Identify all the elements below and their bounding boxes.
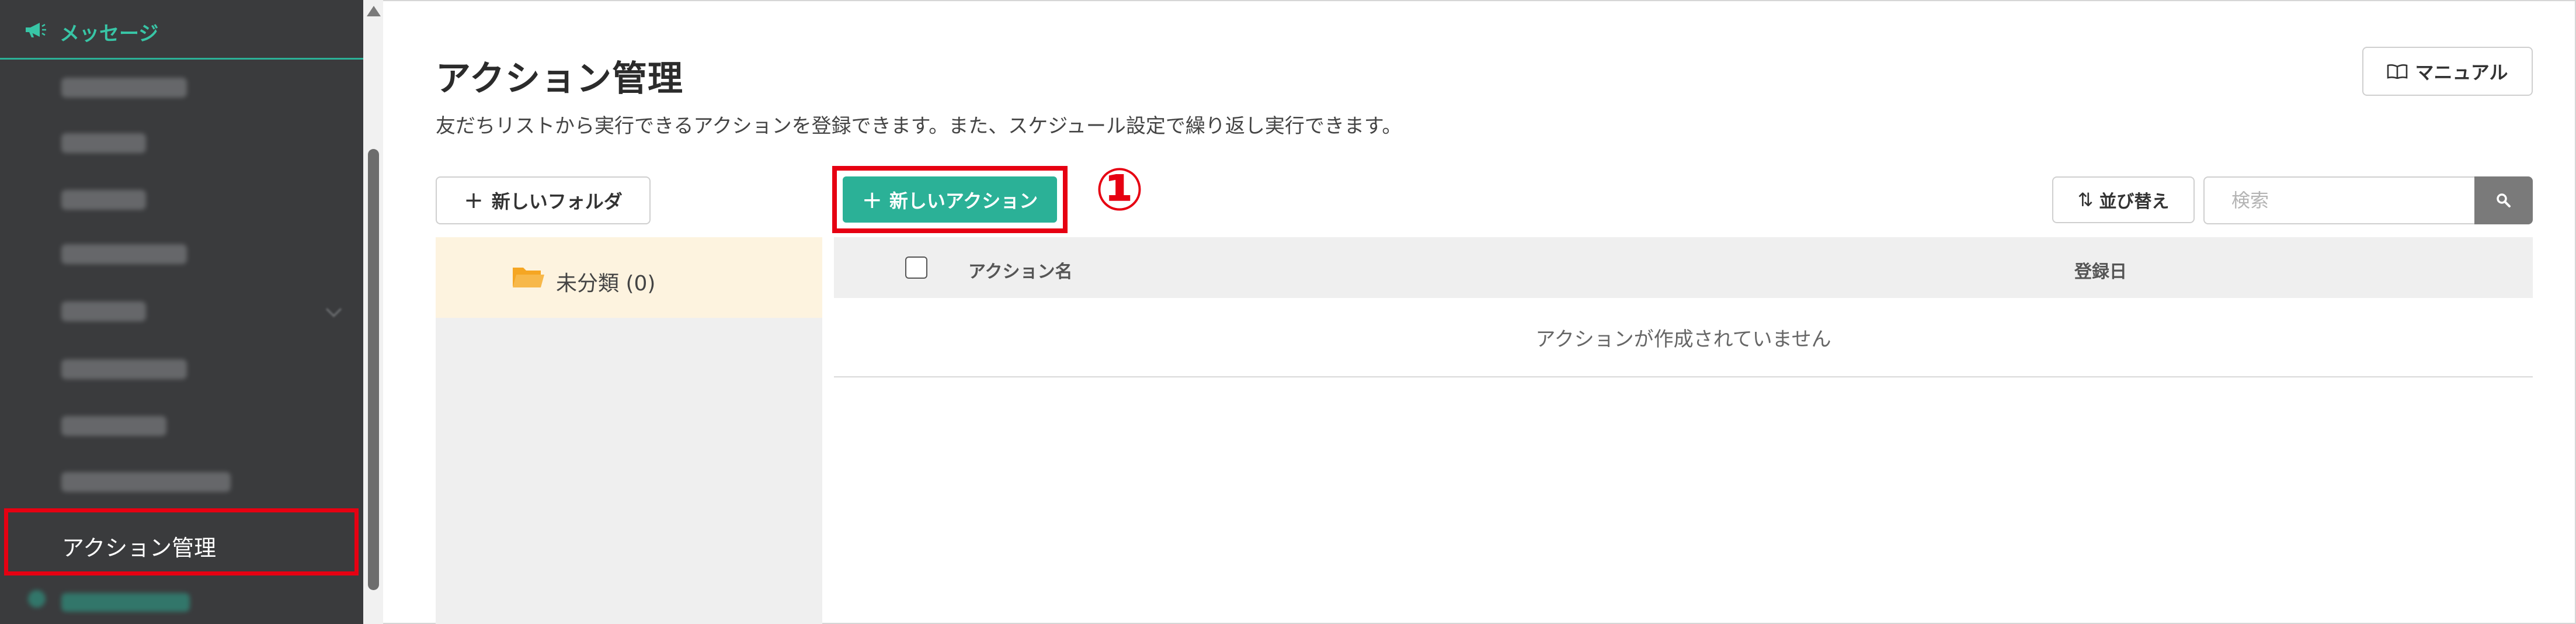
folder-item[interactable]: 未分類 (0) (436, 237, 822, 318)
table-header: アクション名 登録日 (834, 237, 2533, 298)
search-input[interactable] (2230, 178, 2478, 223)
manual-button-label: マニュアル (2415, 61, 2508, 84)
sidebar-item-blurred[interactable] (61, 416, 166, 436)
sidebar-section-header[interactable]: メッセージ (0, 0, 363, 60)
select-all-checkbox[interactable] (905, 256, 927, 279)
sidebar: メッセージ アクション管理 (0, 0, 363, 624)
sidebar-item-blurred[interactable] (61, 244, 187, 264)
chevron-down-icon (326, 301, 342, 317)
new-action-button[interactable]: + 新しいアクション (843, 176, 1057, 223)
scrollbar-thumb[interactable] (368, 149, 379, 590)
new-action-highlight: + 新しいアクション (832, 166, 1068, 233)
sidebar-item-blurred[interactable] (61, 301, 146, 321)
page-title: アクション管理 (436, 58, 683, 99)
sidebar-item-label: アクション管理 (62, 535, 217, 561)
sidebar-next-section-blurred[interactable] (61, 593, 190, 612)
manual-button[interactable]: マニュアル (2362, 47, 2533, 96)
plus-icon: + (464, 187, 484, 214)
new-folder-label: 新しいフォルダ (491, 190, 623, 213)
folder-panel: 未分類 (0) (436, 237, 822, 624)
folder-item-label: 未分類 (0) (556, 272, 656, 296)
sidebar-item-blurred[interactable] (61, 190, 146, 210)
sidebar-item-blurred[interactable] (61, 78, 187, 98)
sidebar-item-action-management[interactable]: アクション管理 (4, 508, 359, 576)
sidebar-item-blurred[interactable] (61, 359, 187, 379)
new-folder-button[interactable]: + 新しいフォルダ (436, 176, 651, 224)
search-button[interactable] (2474, 176, 2533, 224)
column-header-registered-date[interactable]: 登録日 (2074, 257, 2127, 283)
sort-arrows-icon: ⇅ (2077, 189, 2094, 211)
table-empty-message: アクションが作成されていません (834, 298, 2533, 377)
plus-icon: + (861, 185, 882, 214)
sidebar-next-section-icon (28, 590, 46, 608)
sort-button[interactable]: ⇅ 並び替え (2052, 176, 2195, 223)
book-icon (2387, 64, 2408, 79)
sidebar-item-blurred[interactable] (61, 472, 231, 492)
sidebar-section-label: メッセージ (60, 22, 159, 46)
megaphone-icon (26, 23, 46, 37)
scroll-up-arrow-icon[interactable] (367, 6, 381, 16)
new-action-label: 新しいアクション (889, 189, 1038, 212)
column-header-action-name[interactable]: アクション名 (968, 257, 1073, 283)
sidebar-item-blurred[interactable] (61, 133, 146, 153)
sort-label: 並び替え (2099, 192, 2170, 212)
folder-icon (513, 268, 544, 287)
search-field[interactable] (2203, 176, 2478, 224)
search-icon (2497, 193, 2511, 207)
page-description: 友だちリストから実行できるアクションを登録できます。また、スケジュール設定で繰り… (436, 115, 1402, 138)
step-number-marker: ① (1094, 155, 1145, 224)
